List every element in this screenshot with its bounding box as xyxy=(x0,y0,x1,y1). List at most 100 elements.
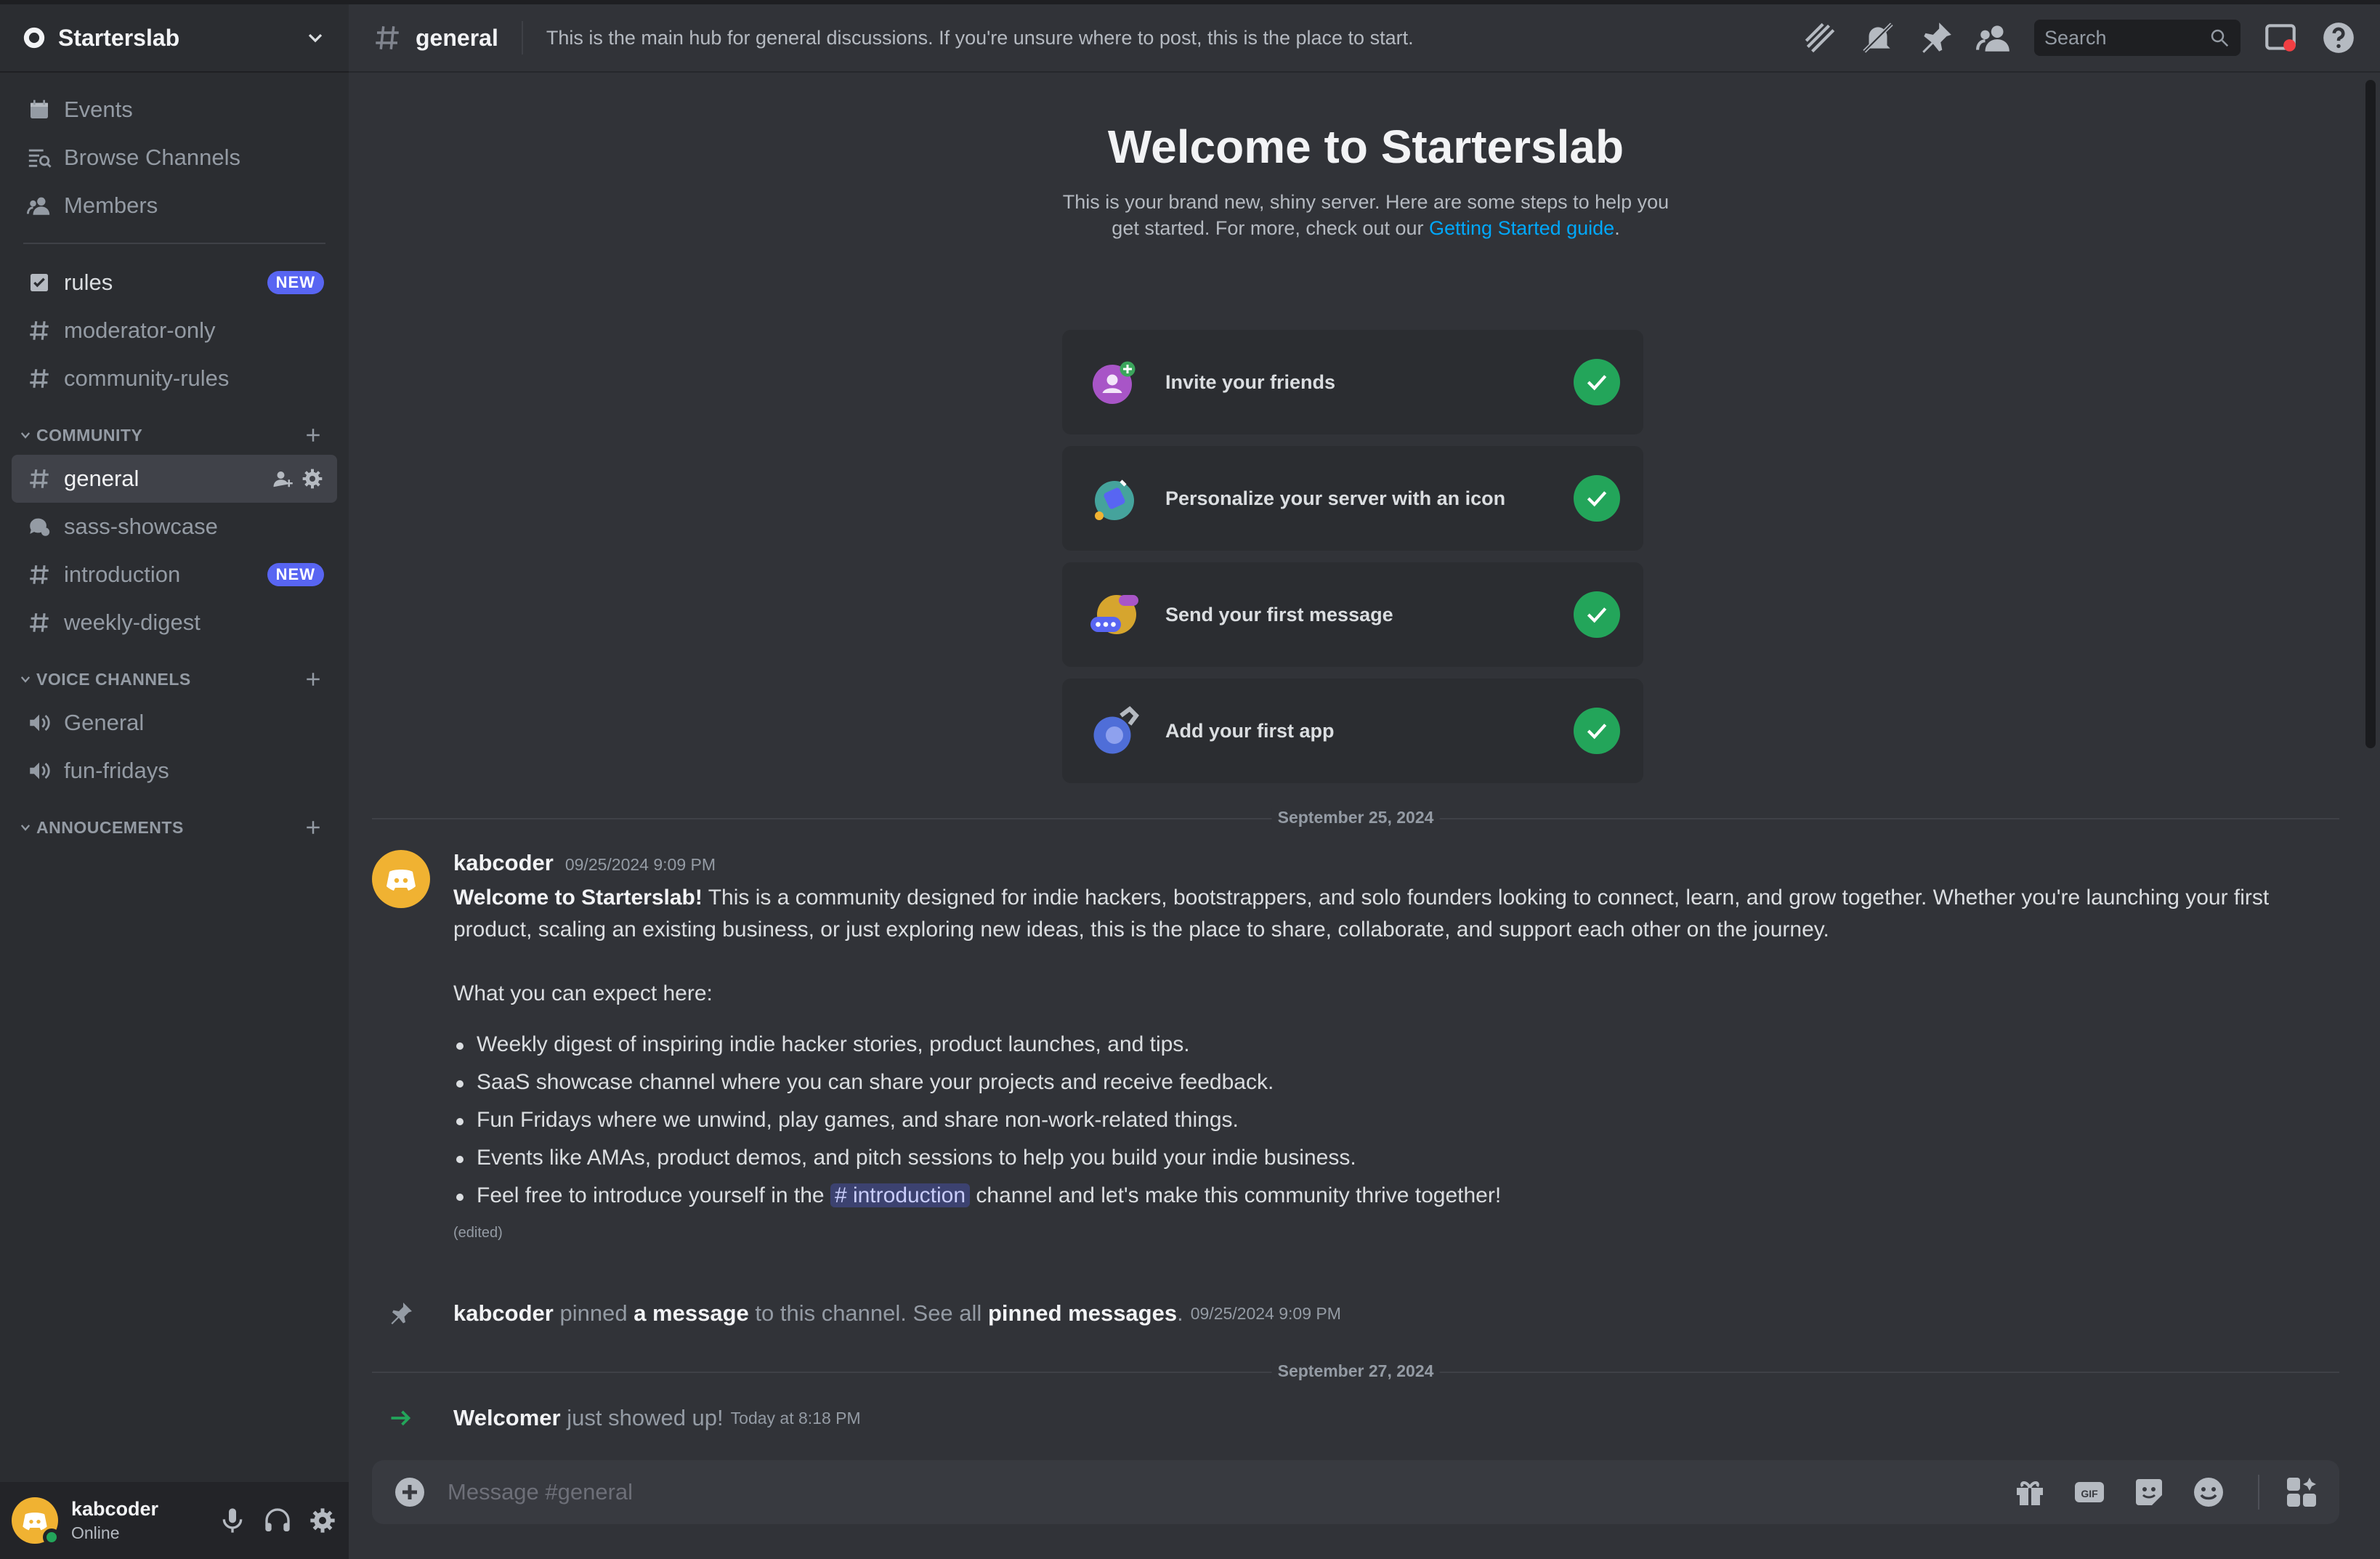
add-channel-icon[interactable] xyxy=(302,668,324,690)
server-icon xyxy=(23,27,45,49)
add-channel-icon[interactable] xyxy=(302,424,324,446)
new-badge: NEW xyxy=(267,271,324,294)
avatar[interactable] xyxy=(372,850,430,908)
pin-icon[interactable] xyxy=(1918,20,1954,56)
channel-introduction[interactable]: introduction NEW xyxy=(12,551,337,599)
message-author[interactable]: Welcomer xyxy=(453,1405,561,1431)
channel-label: community-rules xyxy=(64,365,230,391)
channel-community-rules[interactable]: community-rules xyxy=(12,355,337,402)
voice-channel-general[interactable]: General xyxy=(12,699,337,747)
sticker-icon[interactable] xyxy=(2132,1475,2166,1510)
user-status: Online xyxy=(71,1523,120,1542)
task-complete-icon xyxy=(1574,475,1620,522)
task-label: Personalize your server with an icon xyxy=(1165,487,1506,509)
channel-moderator-only[interactable]: moderator-only xyxy=(12,307,337,355)
pinned-message-link[interactable]: a message xyxy=(634,1300,749,1327)
settings-gear-icon[interactable] xyxy=(308,1506,337,1535)
discord-logo-icon xyxy=(386,870,416,891)
message-input[interactable] xyxy=(448,1479,2012,1505)
channel-rules[interactable]: rules NEW xyxy=(12,259,337,307)
add-channel-icon[interactable] xyxy=(302,817,324,838)
add-app-icon xyxy=(1093,706,1139,754)
user-info[interactable]: kabcoder Online xyxy=(71,1498,218,1543)
getting-started-link[interactable]: Getting Started guide xyxy=(1429,217,1614,239)
task-complete-icon xyxy=(1574,359,1620,405)
message-author[interactable]: kabcoder xyxy=(453,1300,554,1327)
inbox-icon[interactable] xyxy=(2262,20,2299,56)
personalize-server-icon xyxy=(1095,479,1134,520)
pinned-messages-link[interactable]: pinned messages xyxy=(988,1300,1177,1327)
emoji-icon[interactable] xyxy=(2191,1475,2226,1510)
sidebar-item-events[interactable]: Events xyxy=(12,86,337,134)
channel-topic[interactable]: This is the main hub for general discuss… xyxy=(546,27,1802,49)
task-complete-icon xyxy=(1574,591,1620,638)
task-personalize-icon[interactable]: Personalize your server with an icon xyxy=(1062,446,1643,551)
gift-icon[interactable] xyxy=(2012,1475,2047,1510)
composer-divider xyxy=(2258,1475,2259,1510)
hash-icon xyxy=(30,613,49,632)
server-name: Starterslab xyxy=(58,24,180,51)
hash-icon xyxy=(30,321,49,340)
task-invite-friends[interactable]: Invite your friends xyxy=(1062,330,1643,434)
chevron-down-icon[interactable] xyxy=(304,26,327,49)
add-attachment-icon[interactable] xyxy=(392,1475,427,1510)
setup-task-list: Invite your friends Personalize your ser… xyxy=(1062,330,1643,795)
message-paragraph: What you can expect here: xyxy=(453,981,713,1005)
online-status-dot xyxy=(43,1528,60,1546)
task-add-first-app[interactable]: Add your first app xyxy=(1062,679,1643,783)
gear-icon[interactable] xyxy=(301,467,324,490)
gif-icon[interactable]: GIF xyxy=(2072,1475,2107,1510)
sidebar-divider xyxy=(23,243,325,244)
username: kabcoder xyxy=(71,1498,159,1520)
channel-mention-introduction[interactable]: # introduction xyxy=(830,1183,971,1207)
avatar[interactable] xyxy=(12,1497,60,1546)
category-voice-channels[interactable]: VOICE CHANNELS xyxy=(12,660,337,699)
sidebar-item-members[interactable]: Members xyxy=(12,182,337,230)
category-label: VOICE CHANNELS xyxy=(36,669,191,689)
notification-muted-icon[interactable] xyxy=(1860,20,1896,56)
scrollbar[interactable] xyxy=(2365,80,2376,748)
channel-list: Events Browse Channels Members rules NEW… xyxy=(0,73,349,847)
headphones-icon[interactable] xyxy=(263,1506,292,1535)
hash-icon xyxy=(30,369,49,388)
server-header[interactable]: Starterslab xyxy=(0,4,349,73)
channel-weekly-digest[interactable]: weekly-digest xyxy=(12,599,337,647)
invite-friends-icon xyxy=(1093,361,1136,404)
search-input[interactable]: Search xyxy=(2034,20,2241,56)
pin-system-message: kabcoder pinned a message to this channe… xyxy=(372,1300,1341,1327)
task-label: Send your first message xyxy=(1165,603,1393,625)
apps-icon[interactable] xyxy=(2284,1475,2319,1510)
channel-label: weekly-digest xyxy=(64,610,201,635)
help-icon[interactable] xyxy=(2320,20,2357,56)
calendar-icon xyxy=(31,100,48,118)
task-label: Invite your friends xyxy=(1165,370,1336,393)
task-send-first-message[interactable]: Send your first message xyxy=(1062,562,1643,667)
speaker-icon xyxy=(30,762,50,780)
list-item: SaaS showcase channel where you can shar… xyxy=(453,1064,2334,1101)
date-divider: September 25, 2024 xyxy=(372,808,2339,827)
svg-text:GIF: GIF xyxy=(2081,1488,2098,1499)
category-label: COMMUNITY xyxy=(36,425,143,445)
member-list-icon[interactable] xyxy=(1976,20,2012,56)
message-author[interactable]: kabcoder xyxy=(453,850,554,876)
sidebar-item-browse-channels[interactable]: Browse Channels xyxy=(12,134,337,182)
message-area: Welcome to Starterslab This is your bran… xyxy=(349,74,2380,1559)
threads-icon[interactable] xyxy=(1802,20,1838,56)
message-timestamp: 09/25/2024 9:09 PM xyxy=(1190,1303,1341,1323)
hash-icon xyxy=(30,469,49,488)
category-community[interactable]: COMMUNITY xyxy=(12,416,337,455)
sidebar-item-label: Events xyxy=(64,97,133,122)
channel-sass-showcase[interactable]: sass-showcase xyxy=(12,503,337,551)
sidebar-item-label: Browse Channels xyxy=(64,145,240,170)
task-label: Add your first app xyxy=(1165,719,1335,742)
channel-name: general xyxy=(416,24,498,51)
invite-member-icon[interactable] xyxy=(272,468,294,490)
voice-channel-fun-fridays[interactable]: fun-fridays xyxy=(12,747,337,795)
members-icon xyxy=(27,197,50,215)
edited-label: (edited) xyxy=(453,1225,503,1241)
caret-down-icon xyxy=(20,432,31,439)
category-annoucements[interactable]: ANNOUCEMENTS xyxy=(12,808,337,847)
microphone-icon[interactable] xyxy=(218,1506,247,1535)
channel-general[interactable]: general xyxy=(12,455,337,503)
channel-header: general This is the main hub for general… xyxy=(349,4,2380,73)
